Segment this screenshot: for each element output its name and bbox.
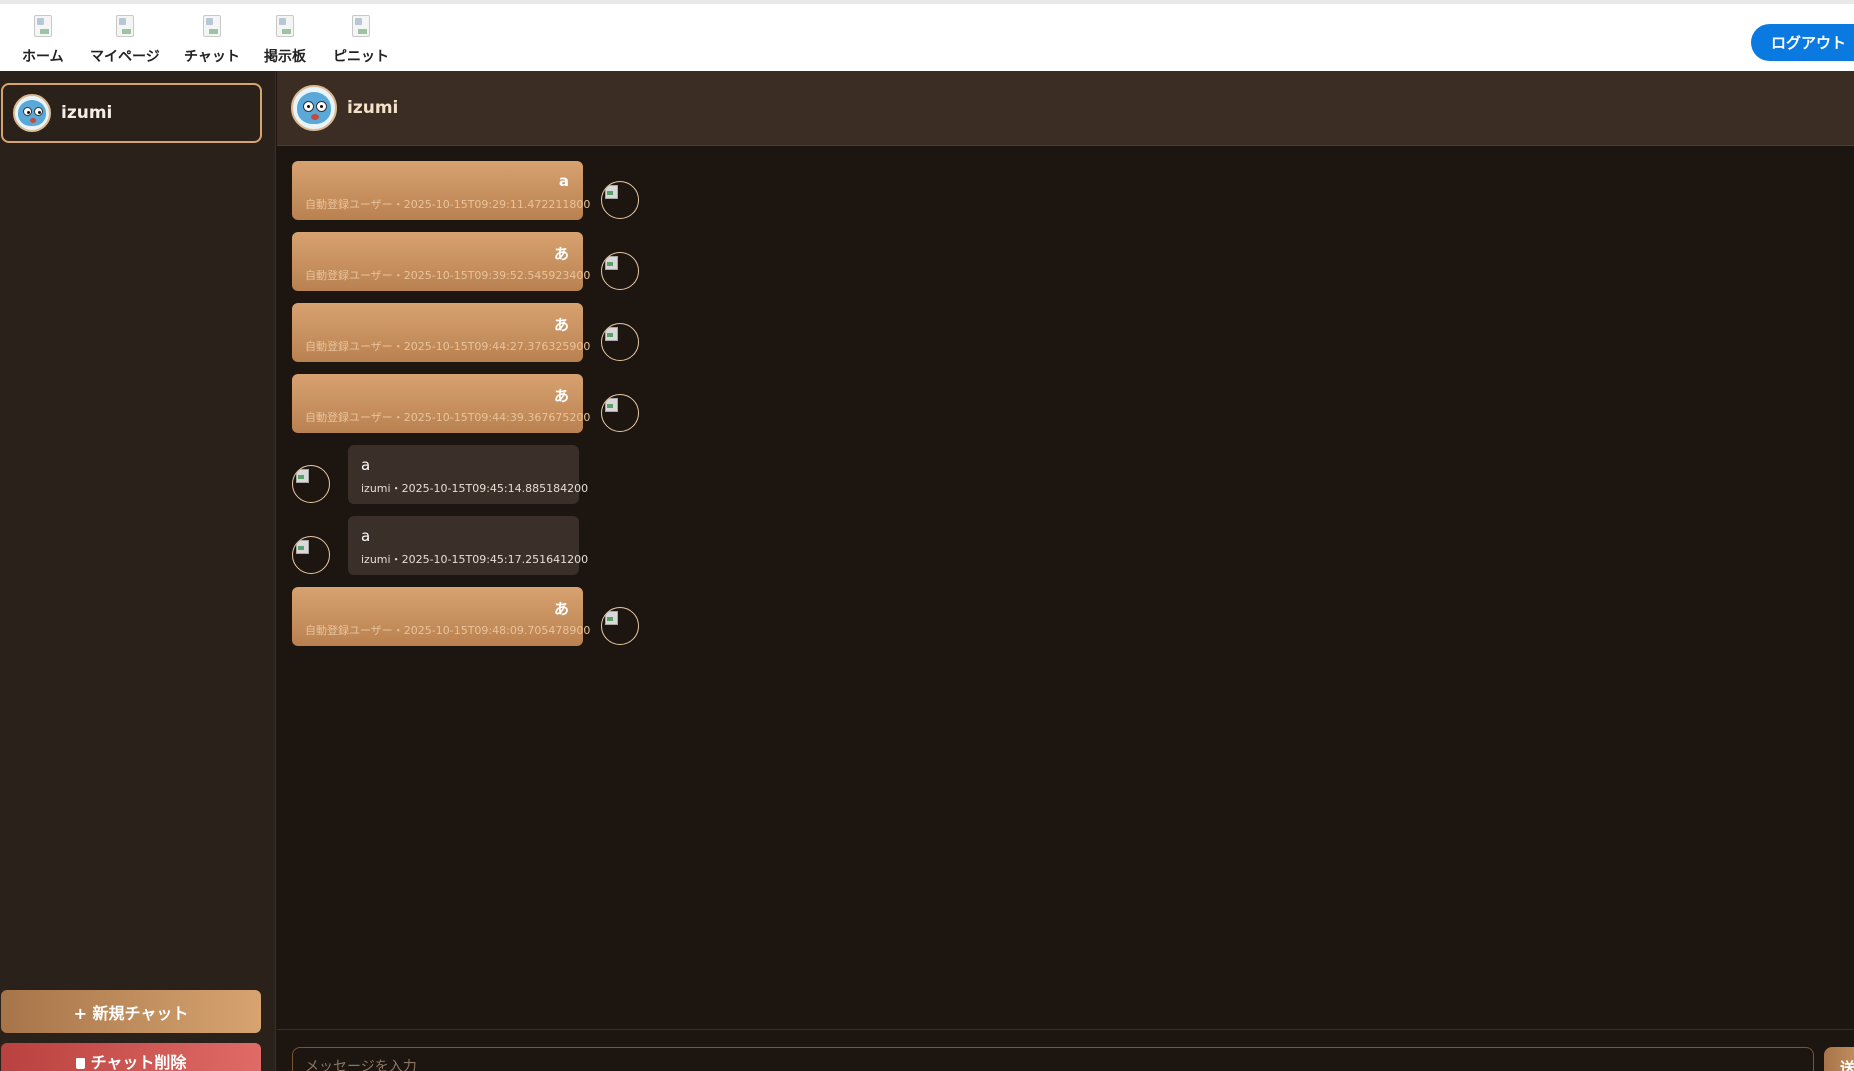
avatar	[601, 252, 639, 290]
message-bubble-sent: あ 自動登録ユーザー・2025-10-15T09:44:39.367675200	[292, 374, 590, 433]
avatar	[292, 536, 330, 574]
pinit-icon	[352, 15, 370, 37]
message-text: a	[361, 527, 371, 545]
message-text: あ	[553, 387, 569, 405]
chat-main: izumi a 自動登録ユーザー・2025-10-15T09:29:11.472…	[277, 71, 1854, 1071]
mypage-icon	[115, 15, 134, 37]
message-meta: izumi・2025-10-15T09:45:17.251641200	[361, 553, 589, 566]
message-bubble-sent: あ 自動登録ユーザー・2025-10-15T09:44:27.376325900	[292, 303, 590, 362]
nav-item-label: ピニット	[333, 49, 389, 65]
message-bubble-received: a izumi・2025-10-15T09:45:14.885184200	[348, 445, 588, 504]
avatar	[13, 94, 51, 132]
chat-header: izumi	[277, 71, 1854, 146]
trash-icon	[75, 1057, 85, 1069]
message-meta: 自動登録ユーザー・2025-10-15T09:39:52.545923400	[305, 269, 591, 282]
nav-item-home[interactable]: ホーム	[22, 15, 64, 66]
delete-chat-button[interactable]: チャット削除	[1, 1043, 261, 1071]
message-text: a	[361, 456, 371, 474]
avatar	[601, 607, 639, 645]
chat-list-item-name: izumi	[61, 103, 113, 123]
avatar	[601, 323, 639, 361]
send-button[interactable]: 送信	[1824, 1047, 1854, 1071]
message-bubble-sent: あ 自動登録ユーザー・2025-10-15T09:48:09.705478900	[292, 587, 590, 646]
avatar	[601, 181, 639, 219]
nav-item-label: チャット	[184, 49, 240, 65]
message-text: あ	[553, 600, 569, 618]
home-icon	[33, 15, 52, 37]
nav-item-board[interactable]: 掲示板	[264, 15, 306, 66]
chat-sidebar: izumi + 新規チャット チャット削除	[0, 71, 276, 1071]
message-text: a	[558, 172, 569, 190]
message-composer: 送信	[277, 1029, 1854, 1071]
avatar	[601, 394, 639, 432]
nav-item-mypage[interactable]: マイページ	[90, 15, 160, 66]
nav-item-label: 掲示板	[264, 49, 306, 65]
board-icon	[276, 15, 294, 37]
nav-item-label: ホーム	[22, 49, 64, 65]
message-text: あ	[553, 316, 569, 334]
nav-item-pinit[interactable]: ピニット	[333, 15, 389, 66]
message-meta: izumi・2025-10-15T09:45:14.885184200	[361, 482, 589, 495]
chat-list-item[interactable]: izumi	[1, 83, 262, 143]
message-meta: 自動登録ユーザー・2025-10-15T09:48:09.705478900	[305, 624, 591, 637]
chat-icon	[202, 15, 221, 37]
message-meta: 自動登録ユーザー・2025-10-15T09:29:11.472211800	[305, 198, 591, 211]
new-chat-button[interactable]: + 新規チャット	[1, 990, 261, 1033]
logout-button[interactable]: ログアウト	[1751, 24, 1854, 61]
chat-partner-name: izumi	[347, 98, 399, 118]
nav-item-chat[interactable]: チャット	[184, 15, 240, 66]
avatar	[292, 465, 330, 503]
message-bubble-sent: a 自動登録ユーザー・2025-10-15T09:29:11.472211800	[292, 161, 590, 220]
message-bubble-received: a izumi・2025-10-15T09:45:17.251641200	[348, 516, 588, 575]
delete-chat-label: チャット削除	[90, 1052, 187, 1071]
message-bubble-sent: あ 自動登録ユーザー・2025-10-15T09:39:52.545923400	[292, 232, 590, 291]
message-meta: 自動登録ユーザー・2025-10-15T09:44:27.376325900	[305, 340, 591, 353]
message-meta: 自動登録ユーザー・2025-10-15T09:44:39.367675200	[305, 411, 591, 424]
message-input[interactable]	[292, 1047, 1814, 1071]
message-text: あ	[553, 245, 569, 263]
avatar	[291, 85, 337, 131]
top-navigation: ホーム マイページ チャット 掲示板 ピニット ログアウト	[0, 0, 1854, 71]
nav-item-label: マイページ	[90, 49, 160, 65]
